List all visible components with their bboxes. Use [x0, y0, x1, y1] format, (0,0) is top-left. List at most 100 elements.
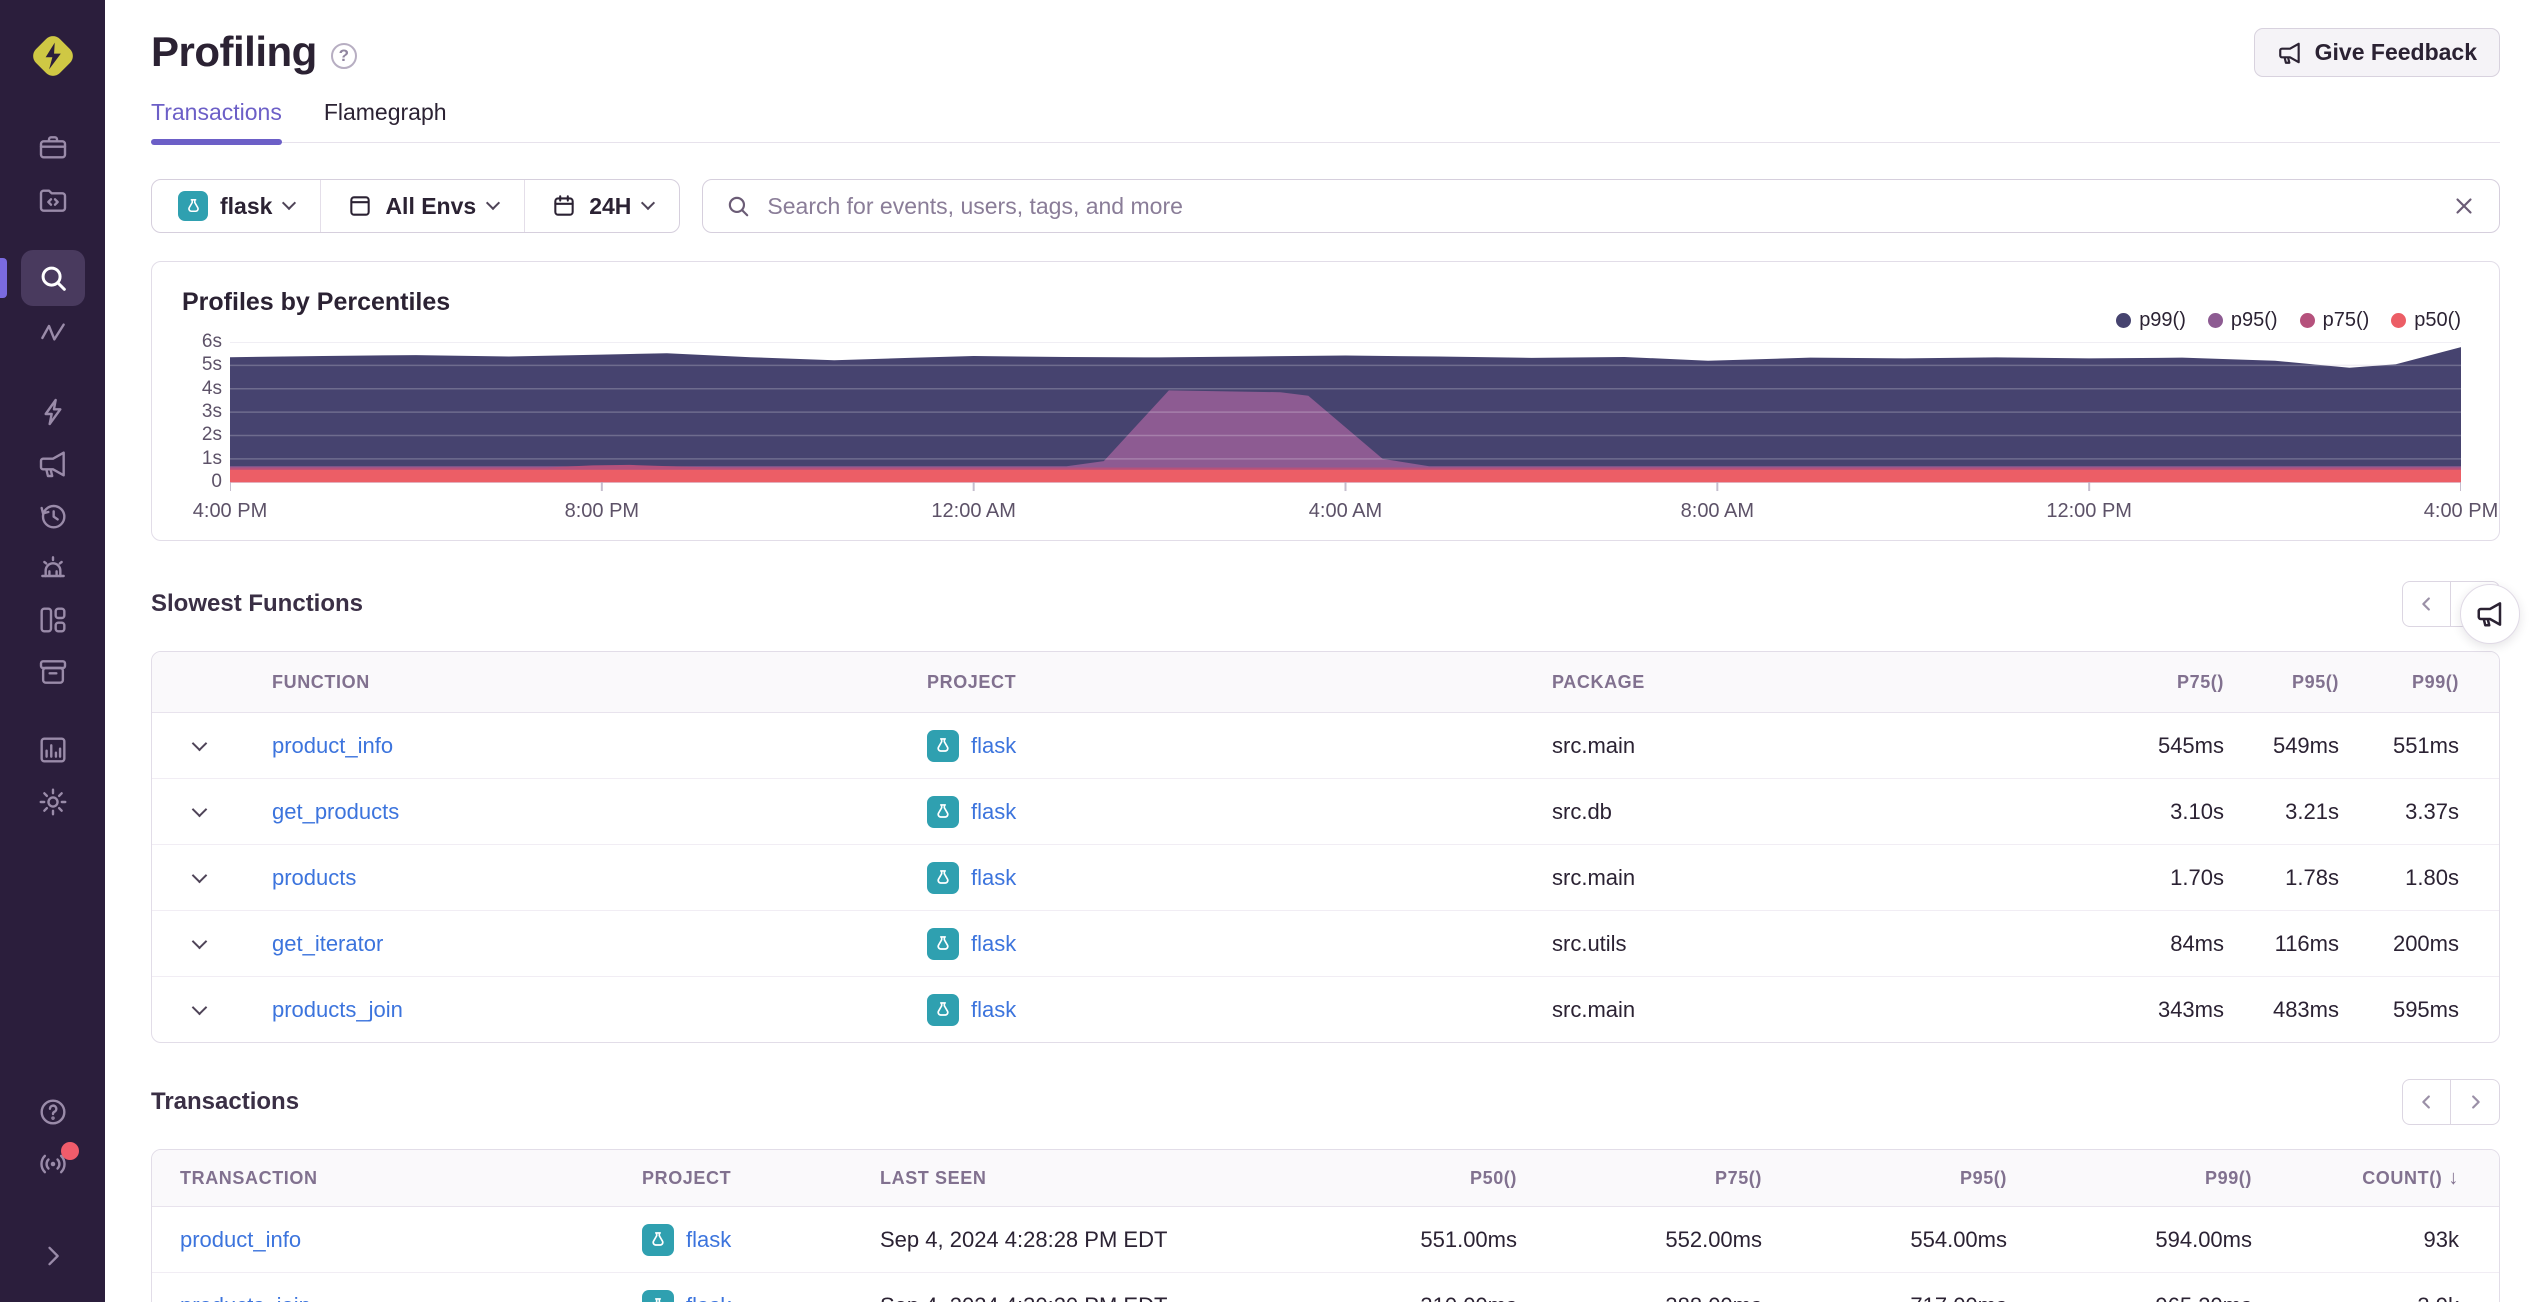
give-feedback-button[interactable]: Give Feedback	[2253, 28, 2500, 77]
legend-label: p99()	[2139, 309, 2186, 331]
project-link[interactable]: flask	[971, 931, 1016, 957]
column-header-p50[interactable]: P50()	[1272, 1150, 1517, 1206]
project-link[interactable]: flask	[686, 1227, 731, 1253]
x-axis-tick: 12:00 PM	[2046, 500, 2132, 522]
project-cell[interactable]: flask	[927, 729, 1016, 762]
sentry-logo[interactable]	[27, 30, 79, 82]
sidebar-item-stats[interactable]	[21, 726, 85, 774]
sidebar-bottom	[21, 1086, 85, 1282]
project-link[interactable]: flask	[971, 799, 1016, 825]
sidebar-item-releases[interactable]	[21, 648, 85, 696]
page-help-icon[interactable]: ?	[330, 43, 357, 69]
project-cell[interactable]: flask	[642, 1223, 731, 1256]
project-cell[interactable]: flask	[927, 795, 1016, 828]
package-cell: src.utils	[1552, 930, 1627, 956]
sidebar-item-traces[interactable]	[21, 310, 85, 358]
flask-project-icon	[927, 795, 959, 828]
sidebar-item-settings[interactable]	[21, 778, 85, 826]
p99-value: 595ms	[2392, 996, 2459, 1022]
row-expander-cell[interactable]	[152, 779, 247, 844]
date-range-filter[interactable]: 24H	[524, 180, 679, 232]
p99-value: 594.00ms	[2155, 1226, 2252, 1252]
transaction-link[interactable]: product_info	[180, 1227, 301, 1253]
sidebar-collapse-toggle[interactable]	[21, 1232, 85, 1280]
legend-dot	[2207, 313, 2223, 328]
chevron-left-icon	[2421, 1095, 2430, 1109]
transactions-table: TRANSACTION PROJECT LAST SEEN P50() P75(…	[151, 1149, 2500, 1302]
search-input[interactable]	[767, 192, 2435, 220]
next-page-button[interactable]	[2451, 1079, 2500, 1125]
flask-project-icon	[178, 191, 208, 221]
sidebar-item-whats-new[interactable]	[21, 1140, 85, 1188]
project-cell[interactable]: flask	[927, 861, 1016, 894]
project-filter[interactable]: flask	[152, 180, 320, 232]
project-cell[interactable]: flask	[927, 927, 1016, 960]
column-header-p95[interactable]: P95()	[1762, 1150, 2007, 1206]
sidebar-item-explore[interactable]	[0, 250, 85, 306]
sidebar-item-dashboards[interactable]	[21, 596, 85, 644]
sidebar-item-help[interactable]	[21, 1088, 85, 1136]
column-header-count[interactable]: COUNT() ↓	[2252, 1150, 2459, 1206]
project-cell[interactable]: flask	[642, 1289, 731, 1302]
legend-item[interactable]: p95()	[2207, 309, 2278, 332]
project-link[interactable]: flask	[971, 997, 1016, 1023]
flask-project-icon	[927, 927, 959, 960]
sidebar-item-insights[interactable]	[21, 388, 85, 436]
sidebar-item-issues[interactable]	[21, 124, 85, 172]
issues-icon	[39, 136, 66, 159]
column-header-expander	[152, 652, 247, 712]
chevron-down-icon	[191, 735, 208, 752]
sidebar-item-replays[interactable]	[21, 492, 85, 540]
slowest-functions-rows: product_info flask src.main 545ms 549ms …	[152, 713, 2499, 1042]
clear-search-icon[interactable]	[2451, 193, 2477, 219]
prev-page-button[interactable]	[2402, 1079, 2451, 1125]
column-header-last-seen[interactable]: LAST SEEN	[880, 1150, 1272, 1206]
row-expander-cell[interactable]	[152, 845, 247, 910]
function-link[interactable]: products_join	[272, 997, 403, 1023]
column-header-p99[interactable]: P99()	[2007, 1150, 2252, 1206]
legend-item[interactable]: p75()	[2299, 309, 2369, 332]
p95-value: 717.00ms	[1762, 1273, 2007, 1302]
sidebar-item-projects[interactable]	[21, 176, 85, 224]
column-header-p75[interactable]: P75()	[2054, 652, 2224, 712]
legend-item[interactable]: p99()	[2116, 309, 2186, 332]
column-header-p99[interactable]: P99()	[2339, 652, 2459, 712]
project-link[interactable]: flask	[686, 1293, 731, 1302]
project-link[interactable]: flask	[971, 733, 1016, 759]
prev-page-button[interactable]	[2402, 581, 2451, 627]
alerts-icon	[40, 556, 65, 578]
column-header-project[interactable]: PROJECT	[907, 652, 1527, 712]
environment-filter[interactable]: All Envs	[320, 180, 524, 232]
search-bar[interactable]	[702, 179, 2500, 233]
function-link[interactable]: product_info	[272, 733, 393, 759]
sidebar-item-user-feedback[interactable]	[21, 440, 85, 488]
column-header-p75[interactable]: P75()	[1517, 1150, 1762, 1206]
column-header-function[interactable]: FUNCTION	[247, 652, 907, 712]
project-cell[interactable]: flask	[927, 993, 1016, 1026]
environment-icon	[350, 196, 371, 216]
feedback-widget-button[interactable]	[2460, 584, 2520, 644]
row-expander-cell[interactable]	[152, 911, 247, 976]
project-link[interactable]: flask	[971, 865, 1016, 891]
function-link[interactable]: get_iterator	[272, 931, 383, 957]
releases-icon	[39, 660, 66, 684]
tab-transactions[interactable]: Transactions	[151, 99, 282, 145]
last-seen-cell: Sep 4, 2024 4:28:28 PM EDT	[880, 1226, 1168, 1252]
x-axis-tick: 12:00 AM	[931, 500, 1016, 522]
y-axis-tick: 0	[211, 471, 222, 493]
column-header-project[interactable]: PROJECT	[642, 1150, 880, 1206]
settings-icon	[39, 788, 66, 816]
transaction-link[interactable]: products_join	[180, 1293, 311, 1302]
function-link[interactable]: products	[272, 865, 356, 891]
function-link[interactable]: get_products	[272, 799, 399, 825]
tab-flamegraph[interactable]: Flamegraph	[324, 99, 447, 142]
flask-project-icon	[927, 993, 959, 1026]
column-header-p95[interactable]: P95()	[2224, 652, 2339, 712]
row-expander-cell[interactable]	[152, 977, 247, 1042]
transactions-title: Transactions	[151, 1088, 300, 1115]
legend-item[interactable]: p50()	[2391, 309, 2461, 332]
column-header-transaction[interactable]: TRANSACTION	[152, 1150, 642, 1206]
sidebar-item-alerts[interactable]	[21, 544, 85, 592]
row-expander-cell[interactable]	[152, 713, 247, 778]
column-header-package[interactable]: PACKAGE	[1527, 652, 2054, 712]
